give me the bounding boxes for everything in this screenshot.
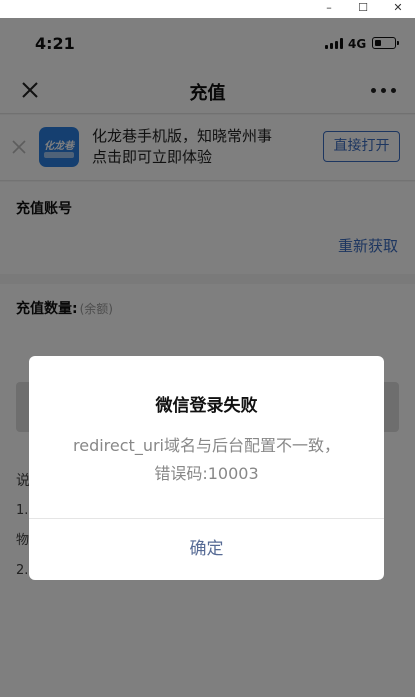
- dialog-title: 微信登录失败: [155, 396, 258, 416]
- window-maximize-button[interactable]: ☐: [346, 0, 380, 18]
- window-close-button[interactable]: ✕: [381, 0, 415, 18]
- confirm-button[interactable]: 确定: [29, 519, 384, 580]
- window-titlebar: – ☐ ✕: [0, 0, 415, 18]
- window-minimize-button[interactable]: –: [312, 0, 346, 18]
- dialog-message: redirect_uri域名与后台配置不一致，错误码:10003: [73, 436, 340, 483]
- error-dialog: 微信登录失败 redirect_uri域名与后台配置不一致，错误码:10003 …: [29, 356, 384, 580]
